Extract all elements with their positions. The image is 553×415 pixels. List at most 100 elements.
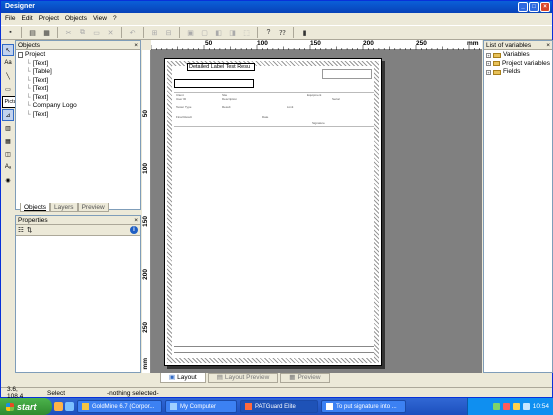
save-icon[interactable]: ▪ (5, 27, 16, 38)
expand-icon[interactable]: + (486, 69, 491, 75)
tray-icon[interactable] (522, 403, 530, 410)
chart-tool-icon[interactable]: ⊿ (2, 109, 14, 121)
tree-item[interactable]: └ [Text] (18, 60, 138, 69)
minimize-button[interactable]: _ (518, 2, 528, 12)
report-cell: User ID (176, 97, 187, 101)
taskbar-button[interactable]: My Computer (165, 400, 237, 413)
context-help-icon[interactable]: ⁇ (277, 27, 288, 38)
tree-item[interactable]: └ [Text] (18, 85, 138, 94)
tree-item[interactable]: └ Company Logo (18, 102, 138, 111)
menu-bar: File Edit Project Objects View ? (1, 13, 552, 24)
document-icon (326, 403, 333, 410)
tree-item[interactable]: Project (18, 51, 138, 60)
report-cell: Result (222, 105, 231, 109)
cut-icon[interactable]: ✂ (63, 27, 74, 38)
properties-panel: Properties × ☷ ⇅ i (15, 215, 141, 373)
tab-preview[interactable]: ▦ Preview (280, 373, 330, 383)
tree-item[interactable]: └ [Text] (18, 77, 138, 86)
quicklaunch-icon[interactable] (65, 402, 74, 411)
tree-item-label: Company Logo (32, 102, 77, 109)
sort-icon[interactable]: ⇅ (27, 226, 32, 234)
formatted-text-icon[interactable]: Aₐ (2, 161, 14, 173)
menu-file[interactable]: File (5, 15, 15, 22)
folder-icon (493, 52, 501, 58)
taskbar-button[interactable]: GoldMine 6.7 (Corpor... (77, 400, 162, 413)
maximize-button[interactable]: □ (529, 2, 539, 12)
tree-item[interactable]: └ [Text] (18, 111, 138, 120)
copy-icon[interactable]: ⧉ (77, 27, 88, 38)
line-tool-icon[interactable]: ╲ (2, 70, 14, 82)
menu-help[interactable]: ? (113, 15, 117, 22)
tree-item[interactable]: + Project variables (486, 60, 550, 69)
form-control-icon[interactable]: ◉ (2, 174, 14, 186)
menu-view[interactable]: View (93, 15, 107, 22)
tree-line-icon: └ (26, 68, 31, 75)
report-header-label[interactable]: Detailed Label Test Resu (187, 63, 255, 71)
table-tool-icon[interactable]: ▦ (2, 135, 14, 147)
tab-layout[interactable]: ▣ Layout (160, 373, 206, 383)
close-button[interactable]: × (540, 2, 550, 12)
align-icon[interactable]: ⊞ (149, 27, 160, 38)
page-printable-area[interactable]: Client Site Equipment User ID Descriptio… (172, 66, 374, 358)
print-preview-icon[interactable]: ▦ (41, 27, 52, 38)
tray-icon[interactable] (502, 403, 510, 410)
paste-icon[interactable]: ▭ (91, 27, 102, 38)
barcode-tool-icon[interactable]: ▥ (2, 122, 14, 134)
size-icon[interactable]: ⬚ (241, 27, 252, 38)
categorized-icon[interactable]: ☷ (18, 226, 24, 234)
group-icon[interactable]: ▣ (185, 27, 196, 38)
toolbar-separator (257, 27, 258, 38)
delete-icon[interactable]: ✕ (105, 27, 116, 38)
table-object-box[interactable] (174, 79, 254, 88)
close-icon[interactable]: × (546, 41, 550, 50)
menu-edit[interactable]: Edit (21, 15, 32, 22)
tree-item-label: [Text] (32, 59, 49, 67)
taskbar-button[interactable]: To put signature into ... (321, 400, 406, 413)
exit-icon[interactable]: ▮ (299, 27, 310, 38)
layout-preview-icon: ▤ (216, 374, 223, 381)
design-canvas[interactable]: 50 100 150 200 250 mm 50 100 150 200 250… (142, 40, 482, 373)
tree-line-icon: └ (26, 110, 31, 118)
tab-layout-preview[interactable]: ▤ Layout Preview (207, 373, 279, 383)
select-tool-icon[interactable]: ↖ (2, 44, 14, 56)
undo-icon[interactable]: ↶ (127, 27, 138, 38)
tab-preview[interactable]: Preview (77, 203, 109, 212)
quicklaunch-icon[interactable] (54, 402, 63, 411)
print-icon[interactable]: ▤ (27, 27, 38, 38)
send-back-icon[interactable]: ◨ (227, 27, 238, 38)
tree-item[interactable]: + Fields (486, 68, 550, 77)
tree-item[interactable]: + Variables (486, 51, 550, 60)
tray-icon[interactable] (492, 403, 500, 410)
arrange-icon[interactable]: ⊟ (163, 27, 174, 38)
ruler-label: 50 (142, 110, 149, 118)
tray-icon[interactable] (512, 403, 520, 410)
rectangle-tool-icon[interactable]: ▭ (2, 83, 14, 95)
close-icon[interactable]: × (134, 41, 138, 50)
taskbar-button-active[interactable]: PATGuard Elite (240, 400, 318, 413)
menu-project[interactable]: Project (39, 15, 59, 22)
tab-objects[interactable]: Objects (20, 203, 51, 212)
tree-item-label: [Text] (32, 93, 49, 101)
tree-item[interactable]: └ [Text] (18, 94, 138, 103)
ungroup-icon[interactable]: ▢ (199, 27, 210, 38)
start-label: start (17, 401, 37, 412)
start-button[interactable]: start (0, 398, 52, 415)
info-icon[interactable]: i (130, 226, 138, 234)
image-tool-icon[interactable]: ◫ (2, 148, 14, 160)
properties-toolbar: ☷ ⇅ i (16, 225, 140, 236)
computer-icon (170, 403, 177, 410)
tree-item[interactable]: └ [Table] (18, 68, 138, 77)
expand-icon[interactable]: + (486, 61, 491, 67)
expand-icon[interactable]: + (486, 52, 491, 58)
bring-front-icon[interactable]: ◧ (213, 27, 224, 38)
report-page[interactable]: Client Site Equipment User ID Descriptio… (164, 58, 382, 366)
close-icon[interactable]: × (134, 216, 138, 225)
company-logo-box[interactable] (322, 69, 372, 79)
tab-layers[interactable]: Layers (50, 203, 78, 212)
tree-line-icon: └ (26, 76, 31, 84)
text-tool[interactable]: Aa (2, 57, 14, 69)
tree-item-label: [Text] (32, 76, 49, 84)
menu-objects[interactable]: Objects (65, 15, 87, 22)
help-icon[interactable]: ? (263, 27, 274, 38)
footer-line (174, 352, 374, 353)
